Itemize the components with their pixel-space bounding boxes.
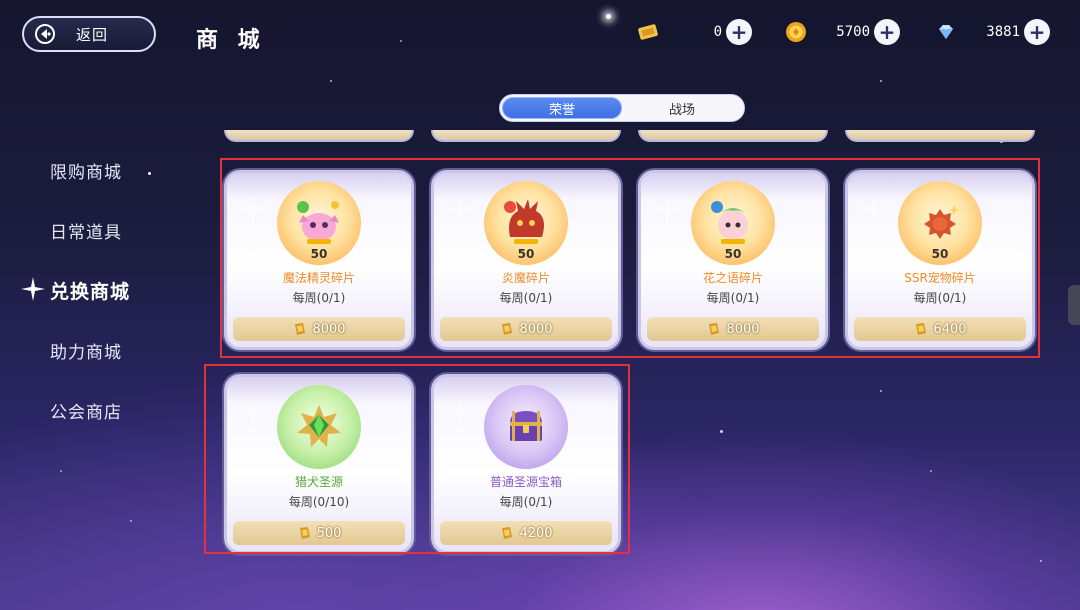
star — [880, 80, 882, 82]
sidebar-item-support-shop[interactable]: 助力商城 — [50, 338, 122, 363]
gold-coin-icon — [786, 22, 806, 42]
currency-gold: 5700 + — [780, 18, 900, 46]
card-peek — [638, 130, 828, 142]
star — [148, 172, 151, 175]
sidebar-item-guild-store[interactable]: 公会商店 — [50, 398, 122, 423]
side-drawer-handle[interactable] — [1068, 285, 1080, 325]
card-peek — [431, 130, 621, 142]
currency-ticket: 0 + — [632, 18, 752, 46]
star — [330, 80, 332, 82]
star — [606, 14, 611, 19]
card-peek — [224, 130, 414, 142]
star — [930, 470, 932, 472]
tab-battlefield[interactable]: 战场 — [622, 97, 742, 119]
add-gold-button[interactable]: + — [874, 19, 900, 45]
sidebar-item-exchange-shop[interactable]: 兑换商城 — [50, 277, 130, 304]
star — [1040, 560, 1042, 562]
star — [880, 390, 882, 392]
star — [60, 470, 62, 472]
back-arrow-icon — [35, 24, 55, 44]
currency-diamond: 3881 + — [930, 18, 1050, 46]
star — [720, 430, 723, 433]
highlight-box — [220, 158, 1040, 358]
page-title: 商 城 — [196, 28, 266, 53]
star — [400, 40, 402, 42]
sidebar-item-limited-shop[interactable]: 限购商城 — [50, 158, 122, 183]
tab-honor[interactable]: 荣誉 — [502, 97, 622, 119]
back-label: 返回 — [76, 25, 109, 44]
add-diamond-button[interactable]: + — [1024, 19, 1050, 45]
star — [130, 520, 132, 522]
ticket-icon — [638, 24, 658, 40]
tab-bar: 荣誉 战场 — [499, 94, 745, 122]
card-peek — [845, 130, 1035, 142]
back-button[interactable]: 返回 — [22, 16, 156, 52]
diamond-icon — [939, 24, 953, 39]
sidebar-item-daily-items[interactable]: 日常道具 — [50, 218, 122, 243]
active-star-icon — [21, 277, 45, 301]
highlight-box — [204, 364, 630, 554]
add-ticket-button[interactable]: + — [726, 19, 752, 45]
